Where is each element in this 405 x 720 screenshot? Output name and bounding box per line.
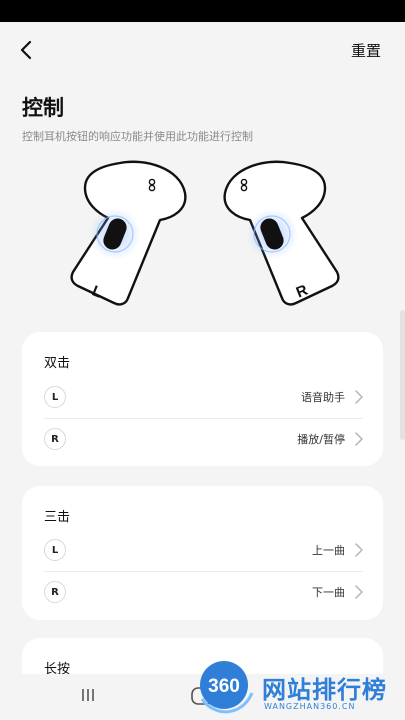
- section-title-double-tap: 双击: [44, 356, 71, 371]
- watermark-subtext: WANGZHAN360.CN: [264, 702, 356, 711]
- double-tap-left-row[interactable]: L 语音助手: [44, 376, 363, 418]
- right-earbud: [223, 160, 340, 306]
- back-button[interactable]: [12, 34, 40, 66]
- recent-apps-icon[interactable]: [80, 688, 96, 702]
- chevron-right-icon: [355, 432, 363, 446]
- triple-tap-right-row[interactable]: R 下一曲: [44, 571, 363, 613]
- page-title: 控制: [22, 96, 64, 120]
- triple-tap-left-row[interactable]: L 上一曲: [44, 529, 363, 571]
- side-badge-right: R: [44, 428, 66, 450]
- section-title-triple-tap: 三击: [44, 510, 71, 525]
- row-value: 播放/暂停: [297, 433, 345, 446]
- chevron-right-icon: [355, 390, 363, 404]
- chevron-left-icon: [20, 40, 32, 60]
- side-badge-right: R: [44, 581, 66, 603]
- earbuds-illustration: L R: [70, 160, 340, 306]
- row-value: 上一曲: [312, 544, 345, 557]
- page-subtitle: 控制耳机按钮的响应功能并使用此功能进行控制: [22, 130, 253, 143]
- side-badge-left: L: [44, 386, 66, 408]
- reset-button[interactable]: 重置: [351, 40, 381, 61]
- row-value: 下一曲: [312, 586, 345, 599]
- scrollbar[interactable]: [400, 310, 405, 440]
- status-bar: [0, 0, 405, 22]
- double-tap-card: 双击 L 语音助手 R 播放/暂停: [22, 332, 383, 466]
- side-badge-left: L: [44, 539, 66, 561]
- top-nav: 重置: [0, 22, 405, 78]
- left-earbud: [70, 160, 187, 306]
- watermark-badge: 360: [208, 676, 240, 697]
- chevron-right-icon: [355, 585, 363, 599]
- watermark-text: 网站排行榜: [262, 676, 387, 704]
- row-value: 语音助手: [301, 391, 345, 404]
- chevron-right-icon: [355, 543, 363, 557]
- triple-tap-card: 三击 L 上一曲 R 下一曲: [22, 486, 383, 620]
- double-tap-right-row[interactable]: R 播放/暂停: [44, 418, 363, 460]
